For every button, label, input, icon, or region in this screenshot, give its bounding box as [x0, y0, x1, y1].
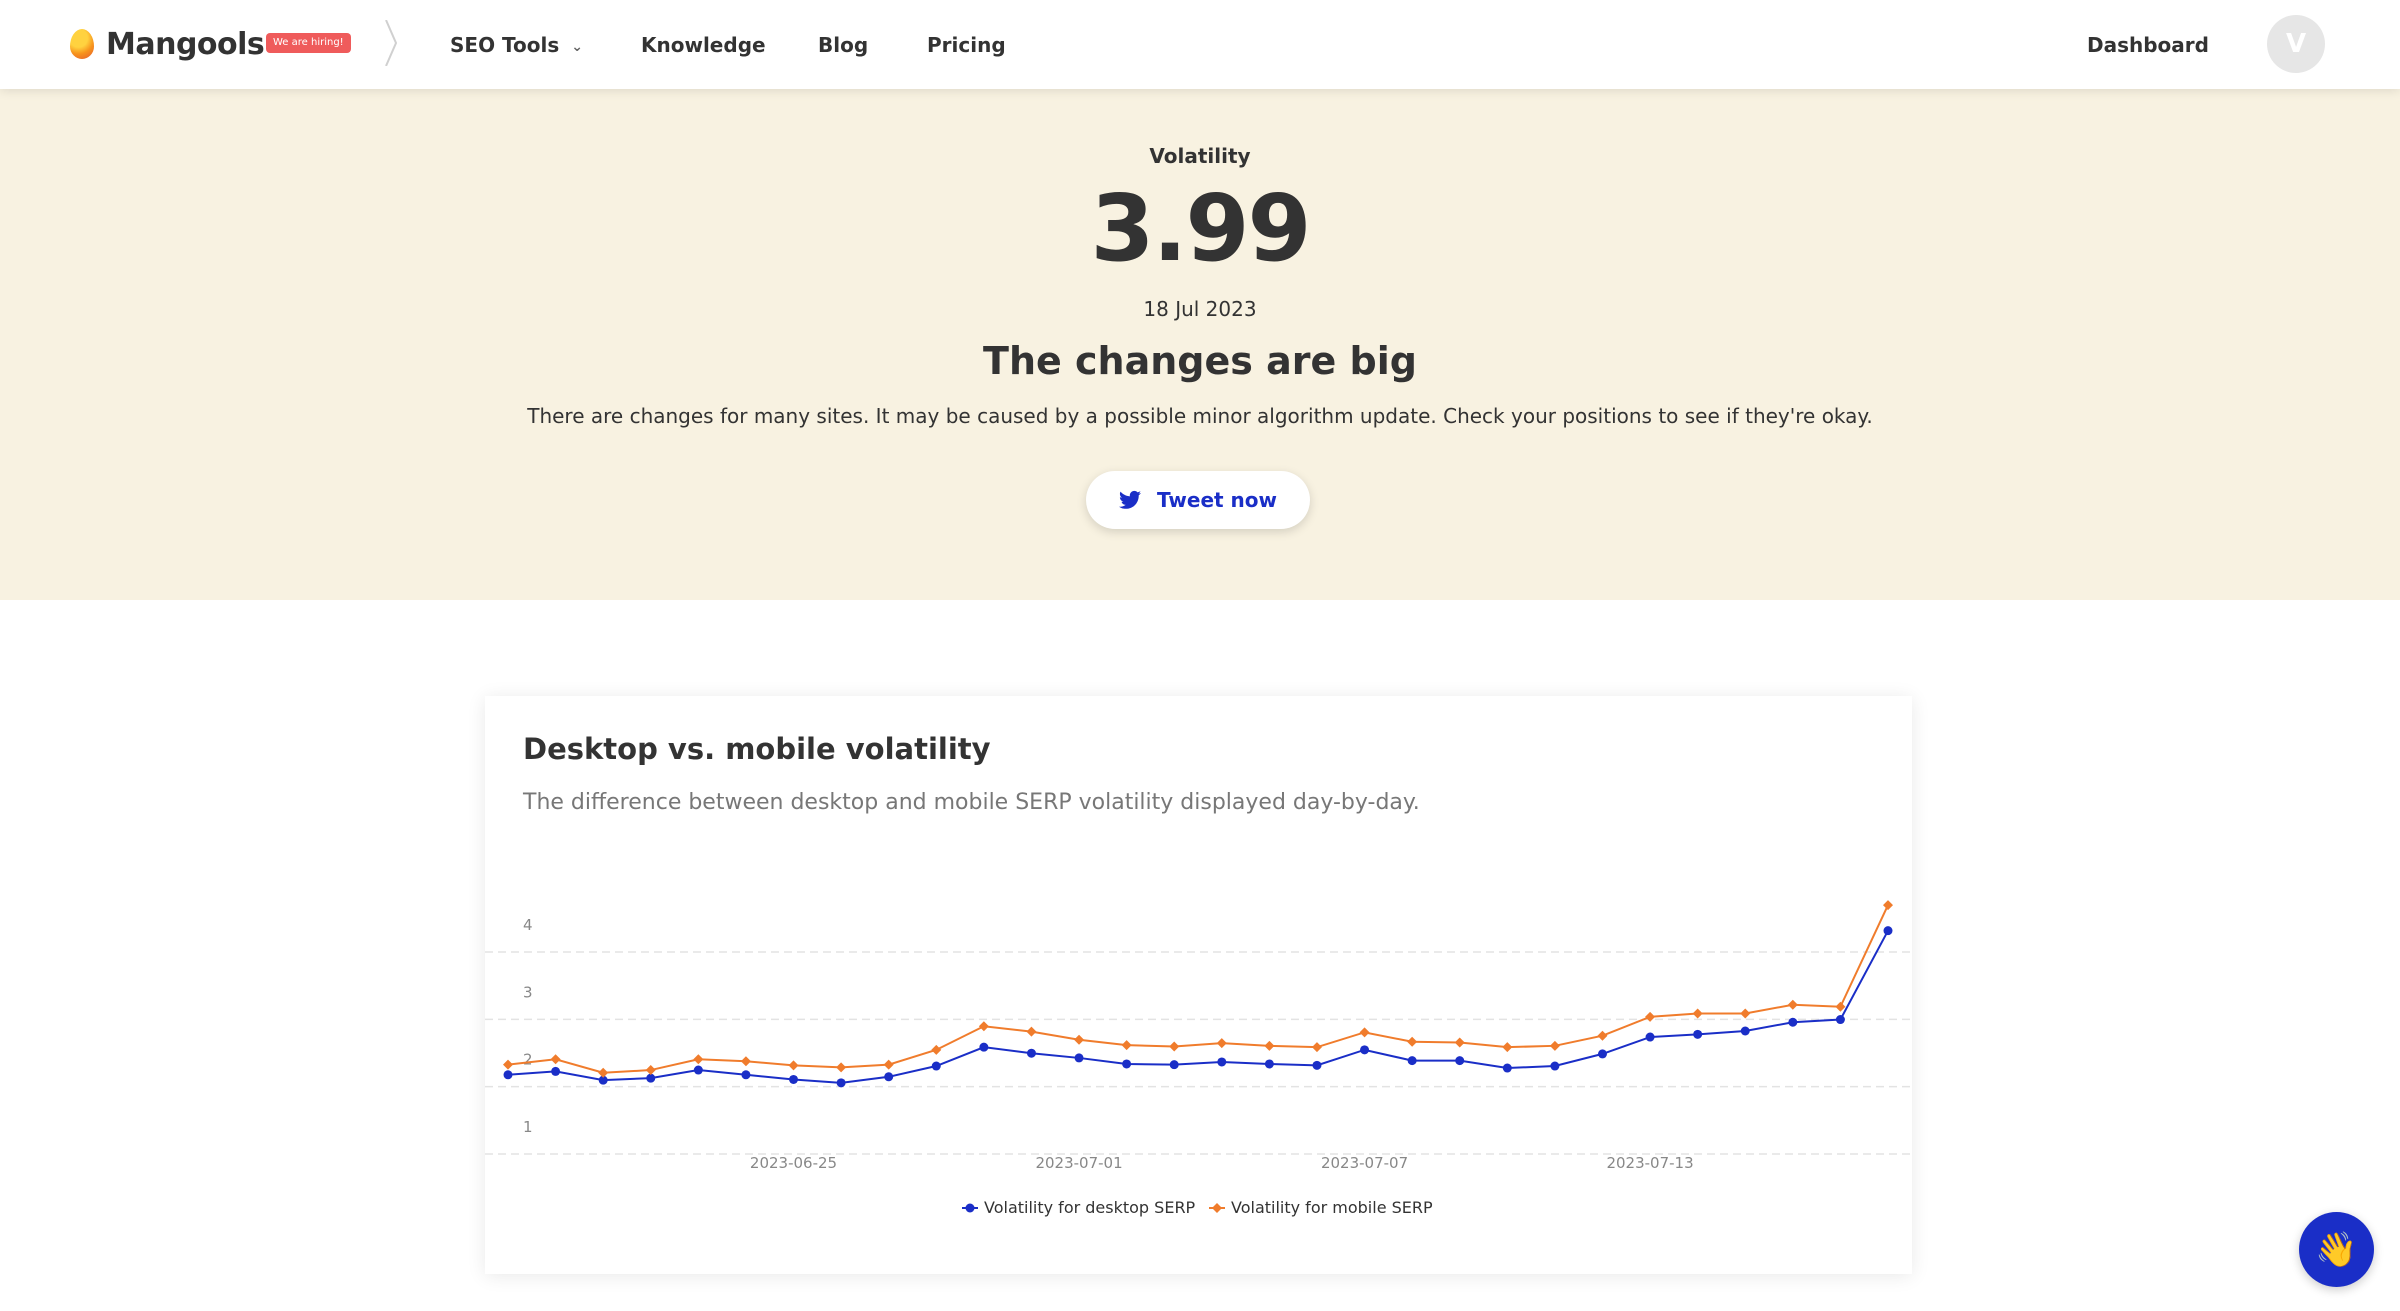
nav-pricing[interactable]: Pricing	[927, 0, 1006, 89]
data-point-desktop	[551, 1066, 561, 1076]
tweet-now-button[interactable]: Tweet now	[1086, 471, 1310, 529]
data-point-desktop	[1502, 1063, 1512, 1073]
data-point-mobile	[1502, 1042, 1513, 1053]
data-point-mobile	[645, 1065, 656, 1076]
legend-marker-mobile	[1212, 1203, 1222, 1213]
data-point-mobile	[1264, 1040, 1275, 1051]
top-navbar: Mangools We are hiring! SEO Tools ⌄ Know…	[0, 0, 2400, 89]
y-tick-label: 1	[523, 1118, 533, 1136]
data-point-mobile	[836, 1062, 847, 1073]
x-tick-label: 2023-06-25	[750, 1154, 837, 1172]
data-point-desktop	[1645, 1032, 1655, 1042]
twitter-icon	[1118, 490, 1141, 509]
mango-logo-icon	[70, 29, 94, 59]
data-point-mobile	[550, 1054, 561, 1065]
data-point-desktop	[693, 1065, 703, 1075]
data-point-mobile	[788, 1060, 799, 1071]
data-point-mobile	[1740, 1008, 1751, 1019]
data-point-mobile	[598, 1067, 609, 1078]
data-point-mobile	[1407, 1036, 1418, 1047]
chat-widget-button[interactable]: 👋	[2299, 1212, 2374, 1287]
volatility-hero: Volatility 3.99 18 Jul 2023 The changes …	[0, 89, 2400, 600]
y-tick-label: 2	[523, 1051, 533, 1069]
data-point-desktop	[931, 1061, 941, 1071]
data-point-desktop	[1169, 1060, 1179, 1070]
nav-knowledge[interactable]: Knowledge	[641, 0, 766, 89]
data-point-desktop	[1550, 1061, 1560, 1071]
data-point-mobile	[1454, 1037, 1465, 1048]
data-point-desktop	[836, 1078, 846, 1088]
data-point-mobile	[1787, 999, 1798, 1010]
mangools-logo[interactable]: Mangools	[70, 22, 265, 66]
data-point-mobile	[1311, 1042, 1322, 1053]
legend-label-desktop: Volatility for desktop SERP	[984, 1198, 1196, 1217]
data-point-mobile	[1216, 1038, 1227, 1049]
data-point-desktop	[1693, 1029, 1703, 1039]
data-point-mobile	[1883, 900, 1893, 911]
logo-text: Mangools	[106, 26, 265, 62]
data-point-desktop	[1597, 1049, 1607, 1059]
volatility-date: 18 Jul 2023	[1143, 297, 1257, 321]
data-point-desktop	[1074, 1053, 1084, 1063]
data-point-desktop	[503, 1070, 513, 1080]
data-point-desktop	[1835, 1015, 1845, 1025]
waving-hand-icon: 👋	[2315, 1229, 2358, 1270]
volatility-label: Volatility	[1149, 144, 1251, 168]
volatility-chart-card: Desktop vs. mobile volatility The differ…	[485, 696, 1912, 1274]
data-point-desktop	[1026, 1048, 1036, 1058]
series-line-mobile	[507, 904, 1889, 1074]
data-point-desktop	[1217, 1057, 1227, 1067]
data-point-mobile	[1026, 1026, 1037, 1037]
tweet-now-label: Tweet now	[1156, 488, 1278, 512]
data-point-desktop	[1455, 1056, 1465, 1066]
y-tick-label: 4	[523, 916, 533, 934]
data-point-mobile	[1169, 1041, 1180, 1052]
data-point-mobile	[978, 1021, 989, 1032]
hiring-badge[interactable]: We are hiring!	[266, 33, 351, 53]
user-avatar[interactable]: V	[2267, 15, 2325, 73]
data-point-mobile	[1121, 1040, 1132, 1051]
data-point-mobile	[1597, 1030, 1608, 1041]
x-tick-label: 2023-07-01	[1035, 1154, 1122, 1172]
data-point-mobile	[1074, 1034, 1085, 1045]
nav-blog[interactable]: Blog	[818, 0, 868, 89]
data-point-desktop	[1788, 1017, 1798, 1027]
data-point-mobile	[1359, 1027, 1370, 1038]
data-point-desktop	[1407, 1056, 1417, 1066]
data-point-mobile	[1645, 1011, 1656, 1022]
data-point-desktop	[1264, 1059, 1274, 1069]
data-point-desktop	[741, 1070, 751, 1080]
nav-divider-icon	[385, 20, 398, 66]
data-point-desktop	[1122, 1059, 1132, 1069]
data-point-desktop	[884, 1072, 894, 1082]
nav-seo-tools-label: SEO Tools	[450, 32, 560, 57]
data-point-mobile	[1549, 1040, 1560, 1051]
data-point-desktop	[1740, 1026, 1750, 1036]
nav-seo-tools[interactable]: SEO Tools ⌄	[450, 0, 583, 89]
data-point-mobile	[1692, 1008, 1703, 1019]
volatility-status-title: The changes are big	[983, 339, 1417, 383]
x-tick-label: 2023-07-07	[1321, 1154, 1408, 1172]
legend-label-mobile: Volatility for mobile SERP	[1231, 1198, 1433, 1217]
volatility-value: 3.99	[1090, 175, 1312, 282]
data-point-mobile	[883, 1059, 894, 1070]
data-point-desktop	[979, 1042, 989, 1052]
y-tick-label: 3	[523, 983, 533, 1001]
data-point-mobile	[1835, 1001, 1846, 1012]
data-point-mobile	[740, 1056, 751, 1067]
data-point-desktop	[1312, 1060, 1322, 1070]
chevron-down-icon: ⌄	[571, 38, 583, 55]
legend-marker-desktop	[965, 1203, 975, 1213]
data-point-mobile	[931, 1044, 942, 1055]
data-point-desktop	[1883, 926, 1893, 936]
nav-dashboard[interactable]: Dashboard	[2087, 0, 2209, 89]
volatility-line-chart[interactable]: 1 2 3 4 2023-06-25 2023-07-01 2023-07-07 2023-0…	[485, 696, 1912, 1274]
x-tick-label: 2023-07-13	[1606, 1154, 1693, 1172]
data-point-mobile	[503, 1059, 513, 1070]
data-point-desktop	[1360, 1045, 1370, 1055]
volatility-description: There are changes for many sites. It may…	[527, 404, 1873, 428]
data-point-mobile	[693, 1054, 704, 1065]
data-point-desktop	[789, 1074, 799, 1084]
